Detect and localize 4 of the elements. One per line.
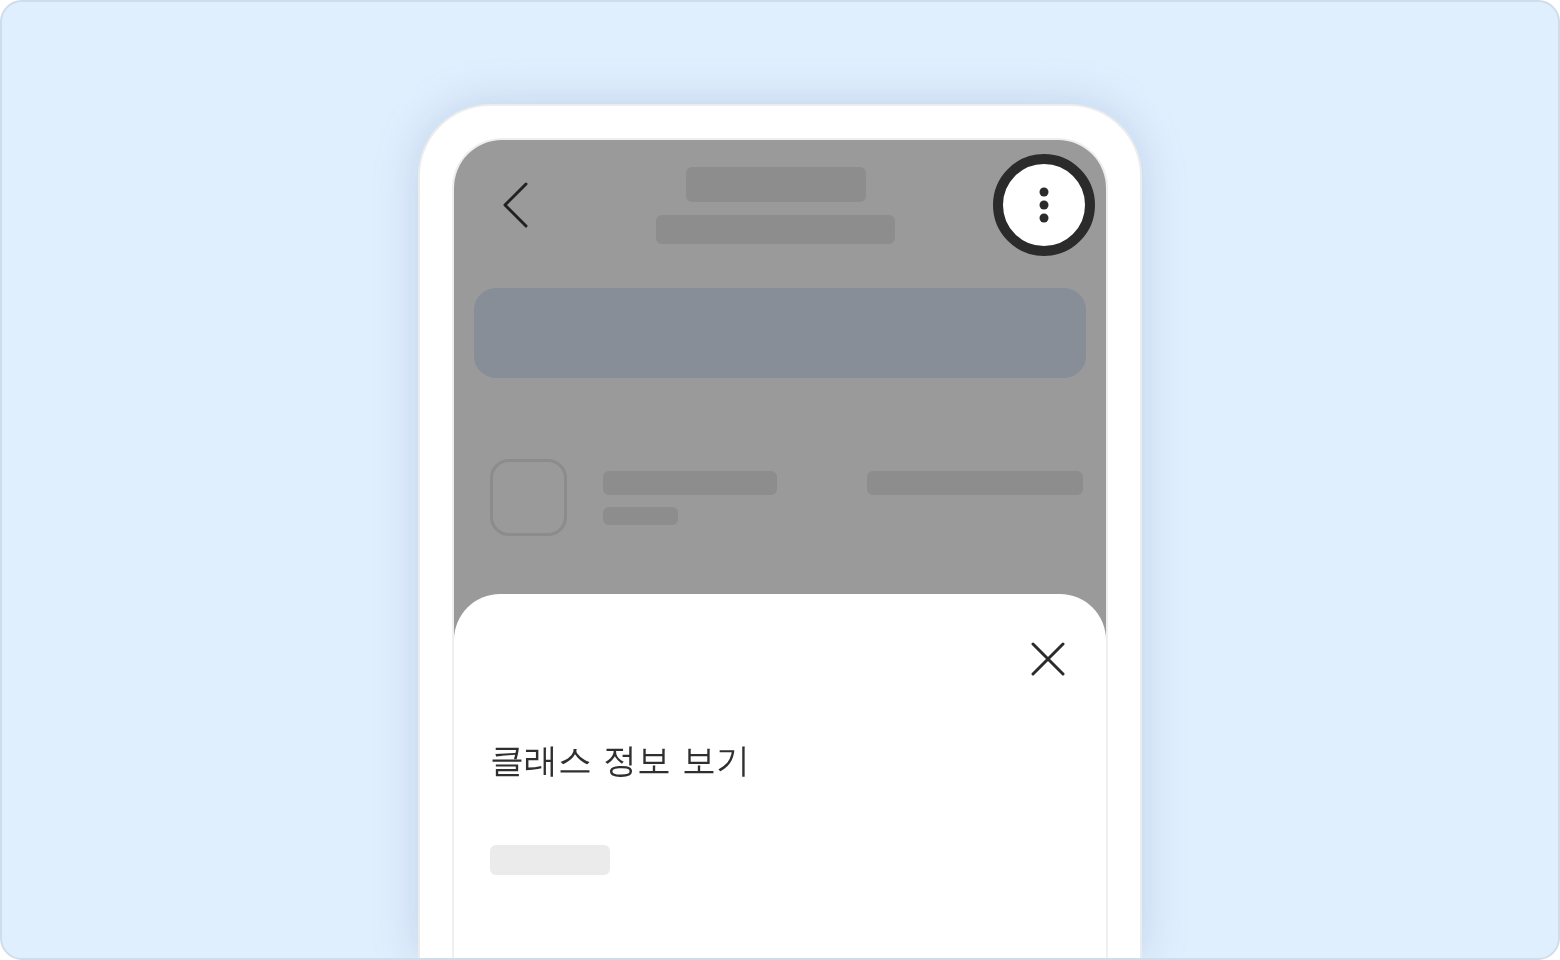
close-icon[interactable] xyxy=(1031,642,1065,676)
back-icon[interactable] xyxy=(502,182,528,228)
more-icon xyxy=(1039,187,1049,223)
sheet-title: 클래스 정보 보기 xyxy=(490,740,750,781)
